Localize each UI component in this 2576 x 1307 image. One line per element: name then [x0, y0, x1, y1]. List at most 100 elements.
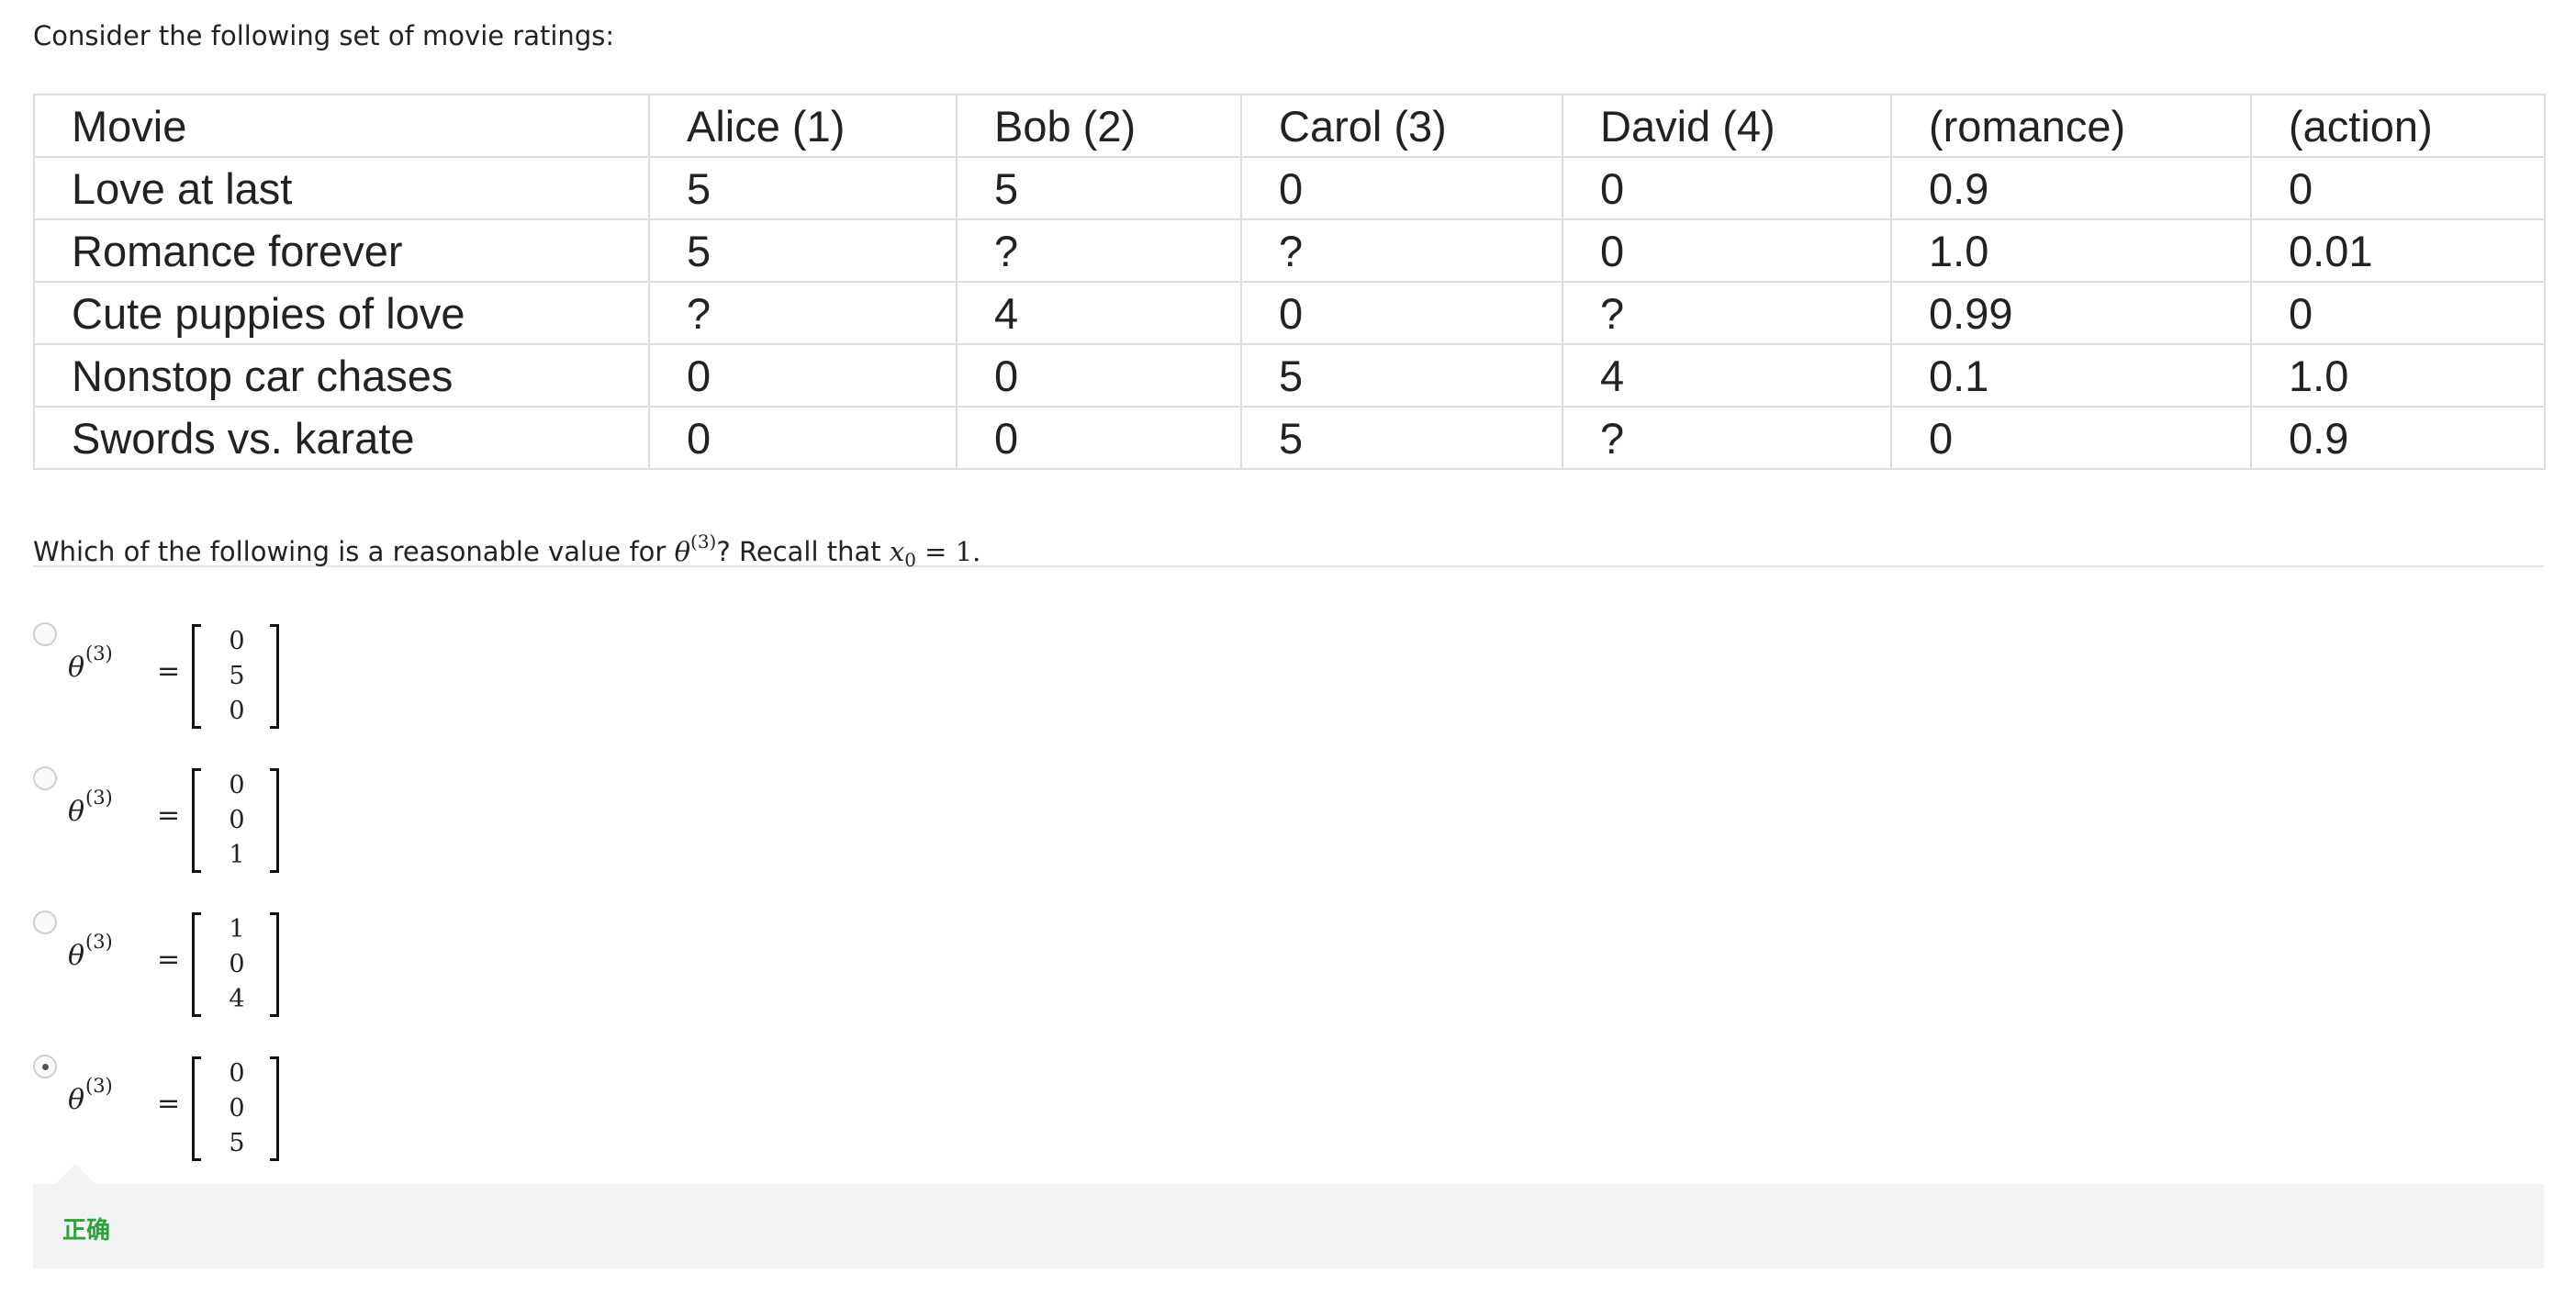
- vector-entry: 1: [229, 841, 245, 869]
- cell-action: 0: [2250, 281, 2546, 345]
- table-row: Cute puppies of love ? 4 0 ? 0.99 0: [33, 281, 2546, 345]
- cell-romance: 0: [1890, 406, 2252, 470]
- vector-entry: 0: [229, 771, 245, 799]
- question-equals: =: [915, 536, 956, 567]
- cell-movie: Romance forever: [33, 218, 650, 283]
- cell-alice: 0: [648, 406, 958, 470]
- question-x: x: [889, 536, 905, 567]
- vector-entry: 0: [229, 806, 245, 834]
- vector-entry: 0: [229, 697, 245, 725]
- question-prompt: Which of the following is a reasonable v…: [33, 523, 2544, 571]
- vector-entry: 0: [229, 1059, 245, 1088]
- cell-david: ?: [1562, 281, 1892, 345]
- answer-option-3[interactable]: θ (3) = 1 0 4: [33, 910, 400, 1030]
- vector-values: 0 0 1: [204, 768, 270, 873]
- theta-symbol: θ: [68, 652, 85, 684]
- cell-bob: 0: [956, 406, 1242, 470]
- header-romance: (romance): [1890, 94, 2252, 158]
- theta-superscript: (3): [85, 642, 113, 665]
- header-bob: Bob (2): [956, 94, 1242, 158]
- cell-bob: 5: [956, 156, 1242, 220]
- radio-button-selected[interactable]: [33, 1055, 57, 1078]
- answer-option-2[interactable]: θ (3) = 0 0 1: [33, 766, 400, 886]
- cell-alice: 0: [648, 343, 958, 408]
- table-row: Nonstop car chases 0 0 5 4 0.1 1.0: [33, 343, 2546, 408]
- option-formula: θ (3) = 0 0 5: [68, 1055, 288, 1174]
- cell-david: 0: [1562, 218, 1892, 283]
- vector-entry: 0: [229, 627, 245, 655]
- cell-carol: 5: [1240, 343, 1563, 408]
- cell-bob: 4: [956, 281, 1242, 345]
- question-middle: ? Recall that: [716, 536, 890, 567]
- cell-romance: 0.9: [1890, 156, 2252, 220]
- cell-action: 0: [2250, 156, 2546, 220]
- cell-alice: 5: [648, 218, 958, 283]
- header-movie: Movie: [33, 94, 650, 158]
- cell-movie: Nonstop car chases: [33, 343, 650, 408]
- intro-text: Consider the following set of movie rati…: [33, 20, 615, 51]
- vector-entry: 0: [229, 950, 245, 978]
- table-row: Swords vs. karate 0 0 5 ? 0 0.9: [33, 406, 2546, 470]
- header-david: David (4): [1562, 94, 1892, 158]
- feedback-box: 正确: [33, 1164, 2544, 1268]
- right-bracket: [270, 912, 279, 1017]
- radio-button[interactable]: [33, 622, 57, 646]
- equals-sign: =: [157, 944, 181, 976]
- vector-values: 0 5 0: [204, 624, 270, 729]
- equals-sign: =: [157, 655, 181, 687]
- question-theta-superscript: (3): [690, 531, 717, 553]
- equals-sign: =: [157, 1088, 181, 1120]
- vector-entry: 4: [229, 985, 245, 1013]
- answer-option-4[interactable]: θ (3) = 0 0 5: [33, 1055, 400, 1174]
- question-one: 1: [955, 536, 973, 567]
- question-end: .: [972, 536, 981, 567]
- radio-button[interactable]: [33, 910, 57, 934]
- cell-romance: 1.0: [1890, 218, 2252, 283]
- cell-movie: Swords vs. karate: [33, 406, 650, 470]
- theta-superscript: (3): [85, 1075, 113, 1097]
- cell-action: 0.9: [2250, 406, 2546, 470]
- vector-entry: 5: [229, 1129, 245, 1157]
- option-formula: θ (3) = 0 5 0: [68, 622, 288, 742]
- feedback-correct-label: 正确: [62, 1217, 111, 1245]
- cell-bob: ?: [956, 218, 1242, 283]
- header-action: (action): [2250, 94, 2546, 158]
- answer-option-1[interactable]: θ (3) = 0 5 0: [33, 622, 400, 742]
- header-alice: Alice (1): [648, 94, 958, 158]
- right-bracket: [270, 624, 279, 729]
- cell-movie: Cute puppies of love: [33, 281, 650, 345]
- vector-values: 0 0 5: [204, 1056, 270, 1161]
- question-x-subscript: 0: [904, 549, 916, 571]
- left-bracket: [192, 624, 201, 729]
- cell-movie: Love at last: [33, 156, 650, 220]
- table-row: Love at last 5 5 0 0 0.9 0: [33, 156, 2546, 220]
- left-bracket: [192, 1056, 201, 1161]
- cell-carol: 5: [1240, 406, 1563, 470]
- cell-romance: 0.99: [1890, 281, 2252, 345]
- movie-ratings-table: Movie Alice (1) Bob (2) Carol (3) David …: [33, 94, 2546, 470]
- left-bracket: [192, 912, 201, 1017]
- vector-values: 1 0 4: [204, 912, 270, 1017]
- table-row: Romance forever 5 ? ? 0 1.0 0.01: [33, 218, 2546, 283]
- cell-bob: 0: [956, 343, 1242, 408]
- header-carol: Carol (3): [1240, 94, 1563, 158]
- theta-superscript: (3): [85, 787, 113, 809]
- vector-entry: 1: [229, 915, 245, 944]
- theta-symbol: θ: [68, 940, 85, 972]
- cell-alice: ?: [648, 281, 958, 345]
- equals-sign: =: [157, 799, 181, 832]
- theta-superscript: (3): [85, 931, 113, 953]
- option-formula: θ (3) = 1 0 4: [68, 910, 288, 1030]
- cell-carol: ?: [1240, 218, 1563, 283]
- cell-david: 4: [1562, 343, 1892, 408]
- cell-action: 1.0: [2250, 343, 2546, 408]
- cell-carol: 0: [1240, 281, 1563, 345]
- vector-entry: 0: [229, 1094, 245, 1123]
- vector-entry: 5: [229, 662, 245, 690]
- cell-action: 0.01: [2250, 218, 2546, 283]
- radio-button[interactable]: [33, 766, 57, 790]
- left-bracket: [192, 768, 201, 873]
- question-prefix: Which of the following is a reasonable v…: [33, 536, 675, 567]
- option-formula: θ (3) = 0 0 1: [68, 766, 288, 886]
- right-bracket: [270, 1056, 279, 1161]
